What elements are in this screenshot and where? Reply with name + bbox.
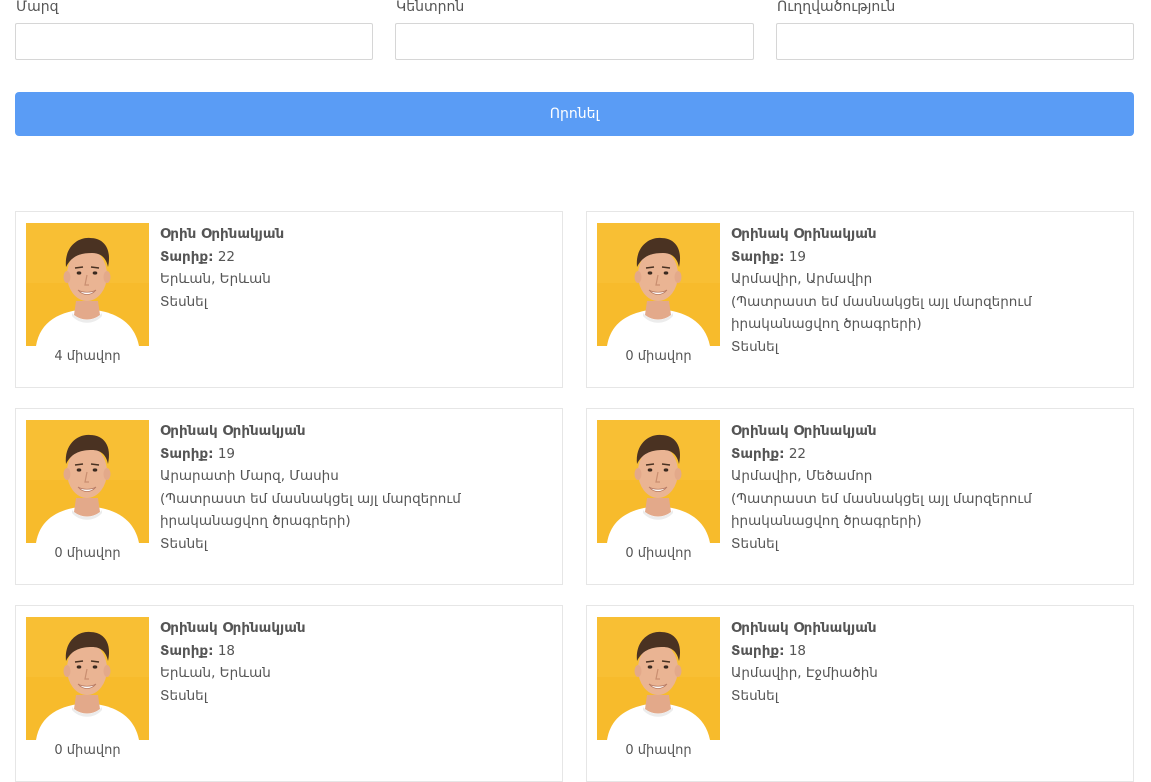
volunteer-name[interactable]: Օրինակ Օրինակյան — [731, 420, 1123, 443]
region-input[interactable] — [15, 23, 373, 60]
volunteer-name[interactable]: Օրինակ Օրինակյան — [160, 420, 552, 443]
location-text: Արմավիր, Մեծամոր — [731, 468, 873, 484]
view-link[interactable]: Տեսնել — [160, 685, 552, 708]
points-count: 0 միավոր — [54, 743, 121, 758]
age-value: 18 — [217, 642, 236, 659]
card-info: Օրինակ Օրինակյան Տարիք: 18 Երևան, Երևան … — [160, 617, 552, 707]
volunteer-name[interactable]: Օրինակ Օրինակյան — [731, 617, 1123, 640]
availability-note: (Պատրաստ եմ մասնակցել այլ մարզերում իրակ… — [160, 490, 461, 530]
location-text: Երևան, Երևան — [160, 665, 271, 681]
view-link[interactable]: Տեսնել — [160, 291, 552, 314]
age-value: 19 — [217, 445, 236, 462]
age-label: Տարիք: — [731, 445, 785, 462]
profile-photo[interactable] — [26, 223, 149, 346]
view-link[interactable]: Տեսնել — [731, 336, 1123, 359]
location-text: Երևան, Երևան — [160, 271, 271, 287]
age-label: Տարիք: — [731, 248, 785, 265]
card-info: Օրինակ Օրինակյան Տարիք: 22 Արմավիր, Մեծա… — [731, 420, 1123, 555]
search-button[interactable]: Որոնել — [15, 92, 1134, 136]
age-label: Տարիք: — [160, 445, 214, 462]
location-text: Արարատի Մարզ, Մասիս — [160, 468, 339, 484]
age-value: 18 — [788, 642, 807, 659]
age-label: Տարիք: — [160, 248, 214, 265]
points-count: 4 միավոր — [54, 349, 121, 364]
region-label: Մարզ — [16, 0, 59, 15]
age-row: Տարիք: 22 — [160, 246, 552, 269]
card-info: Օրինակ Օրինակյան Տարիք: 19 Արմավիր, Արմա… — [731, 223, 1123, 358]
center-input[interactable] — [395, 23, 754, 60]
direction-input[interactable] — [776, 23, 1134, 60]
volunteer-card: 0 միավոր Օրինակ Օրինակյան Տարիք: 22 Արմա… — [586, 408, 1134, 585]
age-label: Տարիք: — [731, 642, 785, 659]
view-link[interactable]: Տեսնել — [160, 533, 552, 556]
volunteer-card: 4 միավոր Օրին Օրինակյան Տարիք: 22 Երևան,… — [15, 211, 563, 388]
age-row: Տարիք: 19 — [731, 246, 1123, 269]
age-row: Տարիք: 18 — [160, 640, 552, 663]
card-info: Օրինակ Օրինակյան Տարիք: 18 Արմավիր, Էջմի… — [731, 617, 1123, 707]
card-info: Օրին Օրինակյան Տարիք: 22 Երևան, Երևան Տե… — [160, 223, 552, 313]
age-value: 22 — [217, 248, 236, 265]
points-count: 0 միավոր — [625, 349, 692, 364]
location-text: Արմավիր, Արմավիր — [731, 271, 873, 287]
location-text: Արմավիր, Էջմիածին — [731, 665, 878, 681]
volunteer-card: 0 միավոր Օրինակ Օրինակյան Տարիք: 19 Արմա… — [586, 211, 1134, 388]
card-info: Օրինակ Օրինակյան Տարիք: 19 Արարատի Մարզ,… — [160, 420, 552, 555]
points-count: 0 միավոր — [625, 546, 692, 561]
center-label: Կենտրոն — [396, 0, 465, 15]
volunteer-name[interactable]: Օրինակ Օրինակյան — [160, 617, 552, 640]
volunteer-name[interactable]: Օրին Օրինակյան — [160, 223, 552, 246]
filter-bar: Մարզ Կենտրոն Ուղղվածություն — [0, 0, 1151, 62]
availability-note: (Պատրաստ եմ մասնակցել այլ մարզերում իրակ… — [731, 293, 1032, 333]
profile-photo[interactable] — [26, 617, 149, 740]
view-link[interactable]: Տեսնել — [731, 685, 1123, 708]
view-link[interactable]: Տեսնել — [731, 533, 1123, 556]
volunteer-card: 0 միավոր Օրինակ Օրինակյան Տարիք: 18 Երևա… — [15, 605, 563, 782]
age-row: Տարիք: 18 — [731, 640, 1123, 663]
volunteer-name[interactable]: Օրինակ Օրինակյան — [731, 223, 1123, 246]
availability-note: (Պատրաստ եմ մասնակցել այլ մարզերում իրակ… — [731, 490, 1032, 530]
age-row: Տարիք: 19 — [160, 443, 552, 466]
profile-photo[interactable] — [597, 617, 720, 740]
profile-photo[interactable] — [597, 223, 720, 346]
age-value: 19 — [788, 248, 807, 265]
profile-photo[interactable] — [26, 420, 149, 543]
age-value: 22 — [788, 445, 807, 462]
points-count: 0 միավոր — [54, 546, 121, 561]
volunteer-card: 0 միավոր Օրինակ Օրինակյան Տարիք: 18 Արմա… — [586, 605, 1134, 782]
volunteer-card: 0 միավոր Օրինակ Օրինակյան Տարիք: 19 Արար… — [15, 408, 563, 585]
profile-photo[interactable] — [597, 420, 720, 543]
points-count: 0 միավոր — [625, 743, 692, 758]
direction-label: Ուղղվածություն — [777, 0, 896, 15]
age-row: Տարիք: 22 — [731, 443, 1123, 466]
age-label: Տարիք: — [160, 642, 214, 659]
